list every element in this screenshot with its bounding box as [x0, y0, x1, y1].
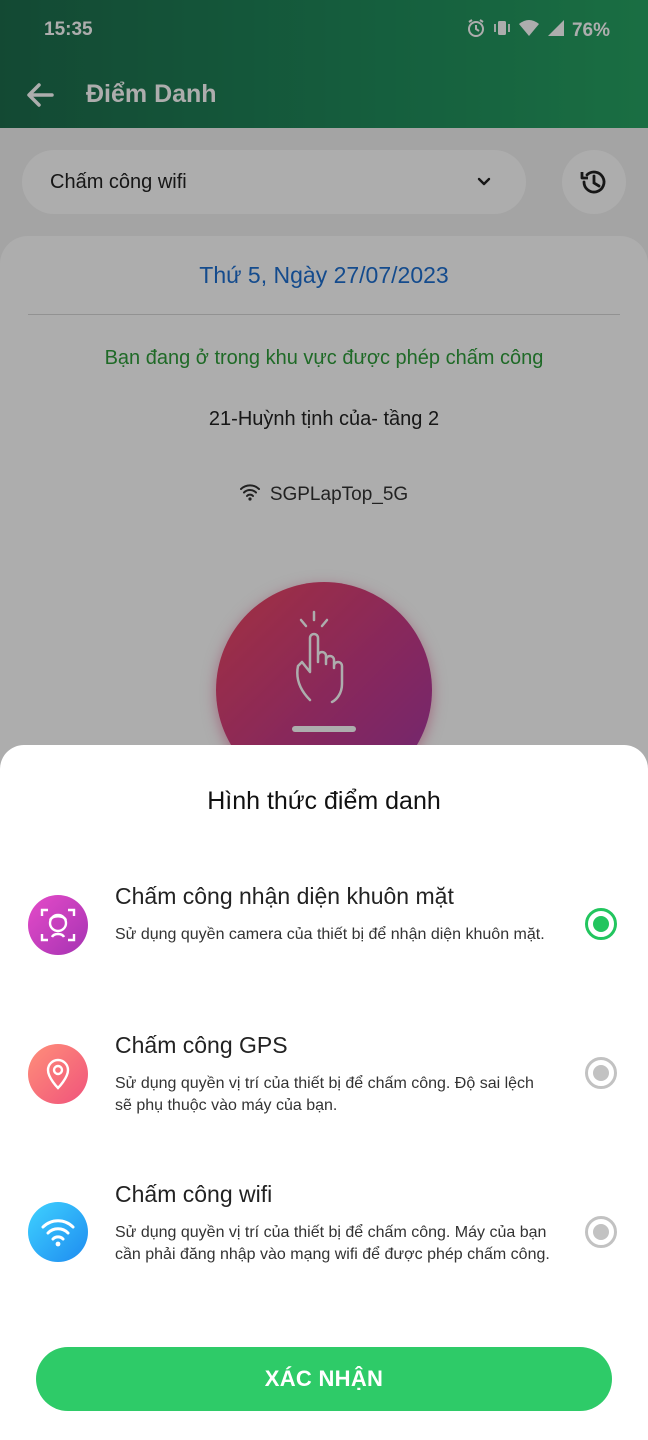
checkin-method-sheet: Hình thức điểm danh Chấm công nhận diện … — [0, 745, 648, 1440]
radio-face[interactable] — [585, 908, 617, 940]
option-title: Chấm công GPS — [115, 1032, 288, 1058]
option-desc: Sử dụng quyền vị trí của thiết bị để chấ… — [115, 1075, 534, 1114]
option-face[interactable]: Chấm công nhận diện khuôn mặt Sử dụng qu… — [0, 879, 648, 999]
location-pin-icon — [28, 1044, 88, 1104]
option-title: Chấm công nhận diện khuôn mặt — [115, 883, 454, 909]
face-scan-icon — [28, 895, 88, 955]
radio-wifi[interactable] — [585, 1216, 617, 1248]
option-gps[interactable]: Chấm công GPS Sử dụng quyền vị trí của t… — [0, 1028, 648, 1148]
confirm-button[interactable]: XÁC NHẬN — [36, 1347, 612, 1411]
option-title: Chấm công wifi — [115, 1181, 273, 1207]
radio-gps[interactable] — [585, 1057, 617, 1089]
option-desc: Sử dụng quyền camera của thiết bị để nhậ… — [115, 926, 545, 943]
option-wifi[interactable]: Chấm công wifi Sử dụng quyền vị trí của … — [0, 1177, 648, 1317]
sheet-title: Hình thức điểm danh — [207, 787, 441, 815]
option-desc: Sử dụng quyền vị trí của thiết bị để chấ… — [115, 1224, 550, 1263]
wifi-icon — [28, 1202, 88, 1262]
